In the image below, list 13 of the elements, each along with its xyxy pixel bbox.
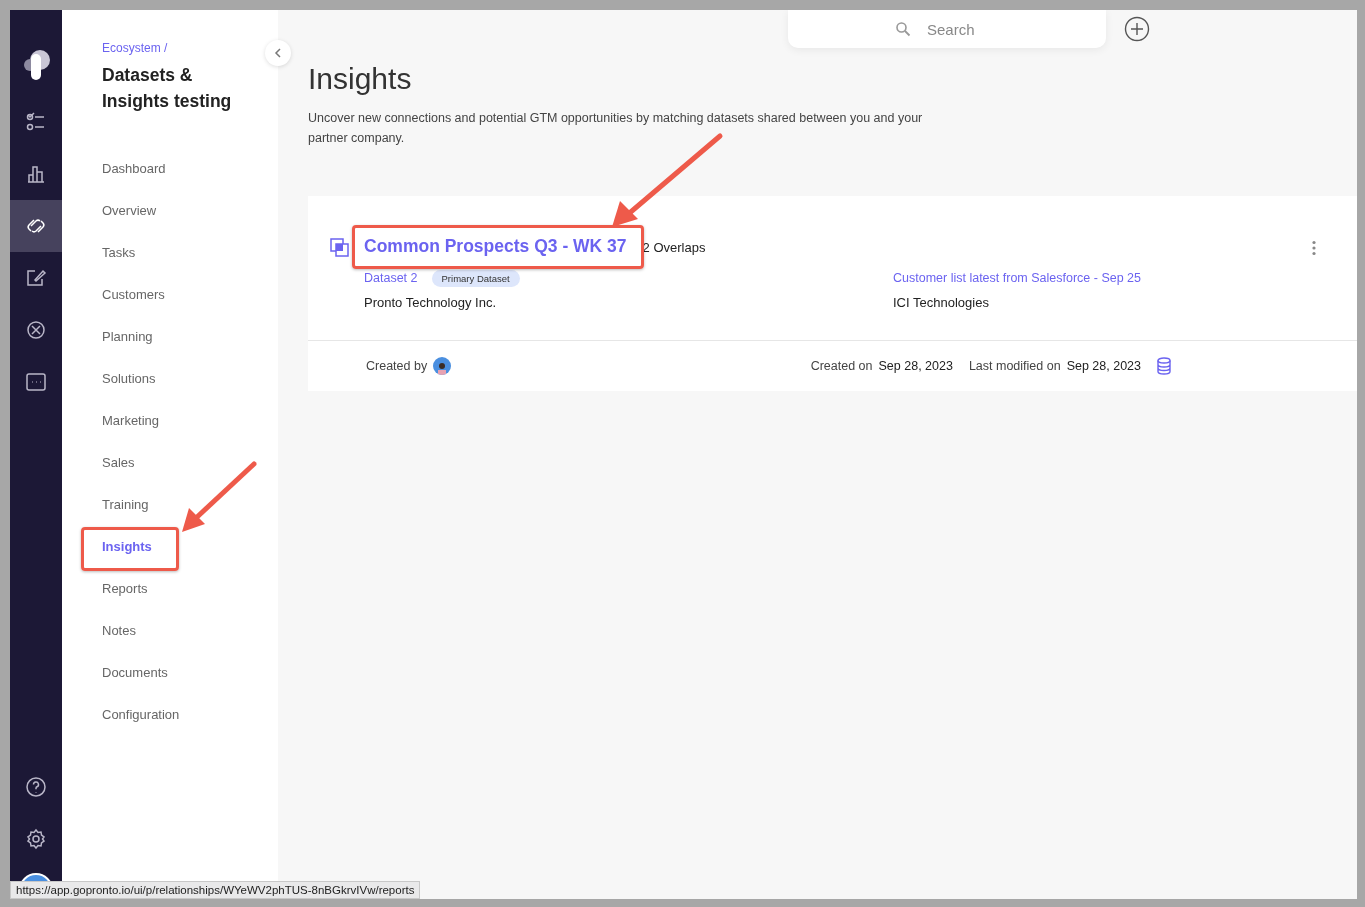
created-on-label: Created on [810, 359, 873, 373]
page-title: Insights [308, 62, 413, 96]
primary-dataset-badge: Primary Dataset [431, 269, 520, 287]
company-name: Pronto Technology Inc. [364, 295, 497, 310]
modified-date: Sep 28, 2023 [1066, 359, 1141, 373]
modified-label: Last modified on [968, 359, 1061, 373]
overlaps-count: 2 Overlaps [642, 240, 706, 255]
project-title: Datasets & Insights testing [102, 64, 233, 113]
page-description: Uncover new connections and potential GTM opportunities by matching datasets shared between you and your partner company. [308, 110, 924, 147]
created-date: Sep 28, 2023 [878, 359, 953, 373]
company-name: ICI Technologies [893, 295, 990, 310]
url-tooltip: https://app.gopronto.io/ui/p/relationships/WYeWV2phTUS-8nBGkrvIVw/reports [10, 881, 421, 899]
created-by-label: Created by [366, 359, 428, 373]
